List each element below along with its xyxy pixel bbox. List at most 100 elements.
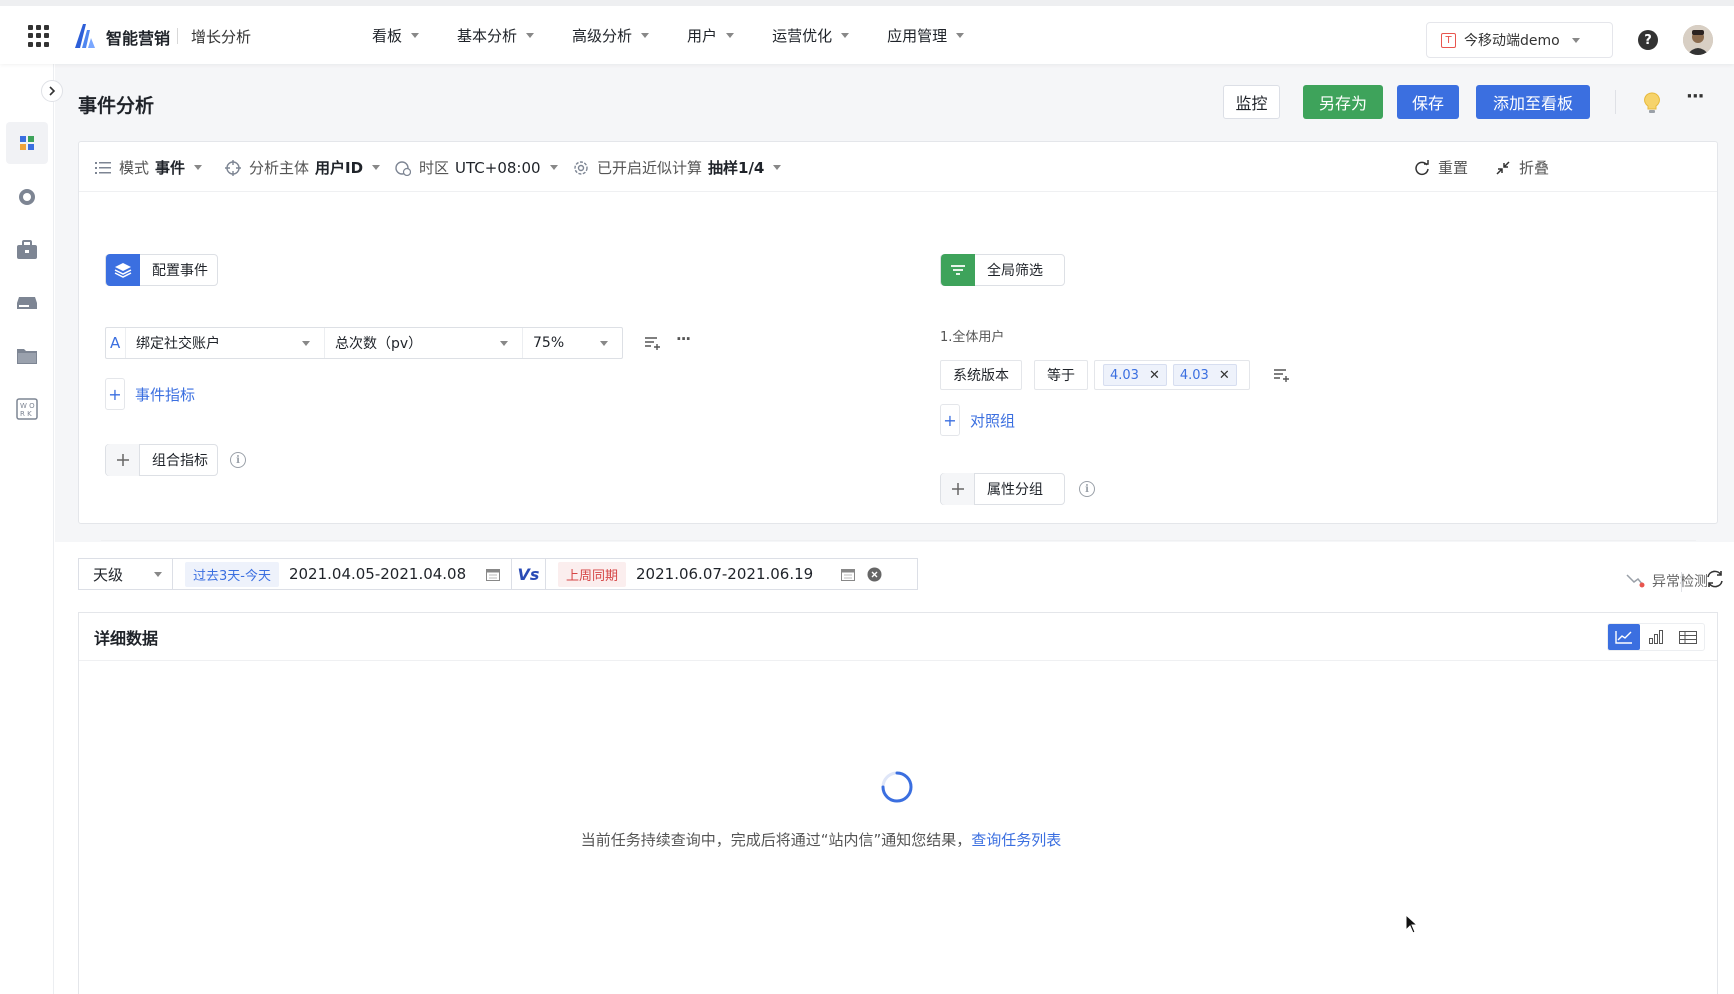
query-config-panel: 模式 事件 分析主体 用户ID 时区 UTC+08:00 已开启近似计算 抽样1/4 重… [78,141,1718,579]
chevron-down-icon [956,32,965,38]
combo-metric-button[interactable]: 组合指标 [105,444,218,476]
list-icon [95,161,111,174]
sidebar-expand-button[interactable] [41,80,63,102]
chevron-down-icon [372,165,381,170]
filter-value-tag: 4.03 ✕ [1103,364,1167,386]
lightbulb-icon[interactable] [1643,91,1661,115]
project-select[interactable]: T 今移动端demo [1426,22,1613,58]
close-icon[interactable]: ✕ [1149,368,1160,383]
range-preset-tag: 过去3天-今天 [185,561,279,587]
date-range-value: 2021.04.05-2021.04.08 [288,565,467,583]
collapse-icon [1496,160,1510,175]
view-switch [1607,623,1705,651]
help-icon[interactable]: ? [1638,30,1658,50]
briefcase-icon [17,240,37,259]
task-list-link[interactable]: 查询任务列表 [971,831,1061,849]
nav-users[interactable]: 用户 [687,6,735,64]
line-chart-view-button[interactable] [1608,624,1640,650]
add-to-board-button[interactable]: 添加至看板 [1476,85,1590,119]
table-icon [1679,630,1697,644]
anomaly-chart-icon [1626,574,1645,588]
global-filter-button[interactable]: 全局筛选 [940,254,1065,286]
target-icon [225,159,241,176]
nav-app-management[interactable]: 应用管理 [887,6,965,64]
event-select[interactable]: 绑定社交账户 [126,328,325,358]
add-compare-group-button[interactable]: + 对照组 [940,404,1015,436]
compare-preset-tag: 上周同期 [558,561,627,587]
subject-select[interactable]: 分析主体 用户ID [225,157,381,178]
more-options-icon[interactable]: ··· [1686,86,1704,107]
filter-add-icon[interactable] [1274,368,1290,382]
svg-text:W O: W O [20,402,35,410]
apps-grid-icon[interactable] [28,25,50,47]
collapse-button[interactable]: 折叠 [1495,157,1549,178]
config-toolbar: 模式 事件 分析主体 用户ID 时区 UTC+08:00 已开启近似计算 抽样1/4 重… [79,142,1717,192]
anomaly-detection-button[interactable]: 异常检测 [1626,571,1708,591]
info-icon[interactable]: i [1079,481,1095,497]
more-icon[interactable]: ··· [676,330,691,348]
mouse-cursor-icon [1405,914,1419,934]
svg-text:R K: R K [20,410,32,418]
loading-message: 当前任务持续查询中，完成后将通过“站内信”通知您结果，查询任务列表 [580,831,1062,849]
sidebar-item-files[interactable] [6,335,48,377]
chevron-down-icon [641,32,650,38]
granularity-select[interactable]: 天级 [78,558,173,590]
date-range-picker[interactable]: 过去3天-今天 2021.04.05-2021.04.08 [173,558,512,590]
compare-range-value: 2021.06.07-2021.06.19 [636,565,814,583]
main-content: 事件分析 监控 另存为 保存 添加至看板 ··· 模式 事件 分析主体 用户ID 时… [55,64,1734,994]
divider [101,540,1696,541]
sidebar-item-work[interactable]: W O R K [6,388,48,430]
loading-spinner-icon [881,771,913,803]
monitor-button[interactable]: 监控 [1223,85,1280,119]
percent-select[interactable]: 75% [523,328,622,358]
event-metric-row: A 绑定社交账户 总次数（pv） 75% [105,327,623,359]
filter-value-select[interactable]: 4.03 ✕ 4.03 ✕ [1094,360,1250,390]
attribute-group-button[interactable]: 属性分组 [940,473,1065,505]
sidebar-item-dashboard[interactable] [6,122,48,164]
compare-range-picker[interactable]: 上周同期 2021.06.07-2021.06.19 [546,558,918,590]
vs-icon: Vs [512,558,546,590]
layers-icon [106,254,140,286]
info-icon[interactable]: i [230,452,246,468]
close-icon[interactable]: ✕ [1219,368,1230,383]
chevron-down-icon [411,32,420,38]
nav-basic-analysis[interactable]: 基本分析 [457,6,535,64]
chevron-down-icon [841,32,850,38]
approx-calc-select[interactable]: 已开启近似计算 抽样1/4 [573,157,782,178]
save-as-button[interactable]: 另存为 [1303,85,1383,119]
save-button[interactable]: 保存 [1397,85,1459,119]
clear-icon[interactable] [867,567,882,582]
calendar-icon [841,568,856,581]
mode-select[interactable]: 模式 事件 [95,157,203,178]
nav-board[interactable]: 看板 [372,6,420,64]
bar-chart-view-button[interactable] [1640,624,1672,650]
line-chart-icon [1615,631,1632,644]
date-range-bar: 天级 过去3天-今天 2021.04.05-2021.04.08 Vs 上周同期… [78,558,918,590]
chevron-down-icon [526,32,535,38]
chevron-down-icon [773,165,782,170]
refresh-icon[interactable] [1705,569,1725,589]
table-view-button[interactable] [1672,624,1704,650]
metric-select[interactable]: 总次数（pv） [325,328,523,358]
nav-advanced-analysis[interactable]: 高级分析 [572,6,650,64]
filter-field-select[interactable]: 系统版本 [940,360,1022,390]
config-event-button[interactable]: 配置事件 [105,254,218,286]
sidebar-item-toolbox[interactable] [6,229,48,271]
filter-add-icon[interactable] [645,336,661,350]
brand-divider [177,28,178,44]
nav-operations[interactable]: 运营优化 [772,6,850,64]
timezone-select[interactable]: 时区 UTC+08:00 [395,157,558,178]
page-title: 事件分析 [78,95,155,117]
folder-icon [17,349,37,364]
avatar[interactable] [1683,25,1713,55]
sidebar-item-settings[interactable] [6,176,48,218]
plus-icon: + [105,378,125,410]
chevron-down-icon [302,341,310,346]
plus-icon: + [940,404,960,436]
work-icon: W O R K [16,398,38,420]
filter-operator-select[interactable]: 等于 [1034,360,1088,390]
add-event-metric-button[interactable]: + 事件指标 [105,378,195,410]
sidebar-item-storage[interactable] [6,282,48,324]
toolbar-divider [1615,90,1616,114]
reset-button[interactable]: 重置 [1414,157,1468,178]
